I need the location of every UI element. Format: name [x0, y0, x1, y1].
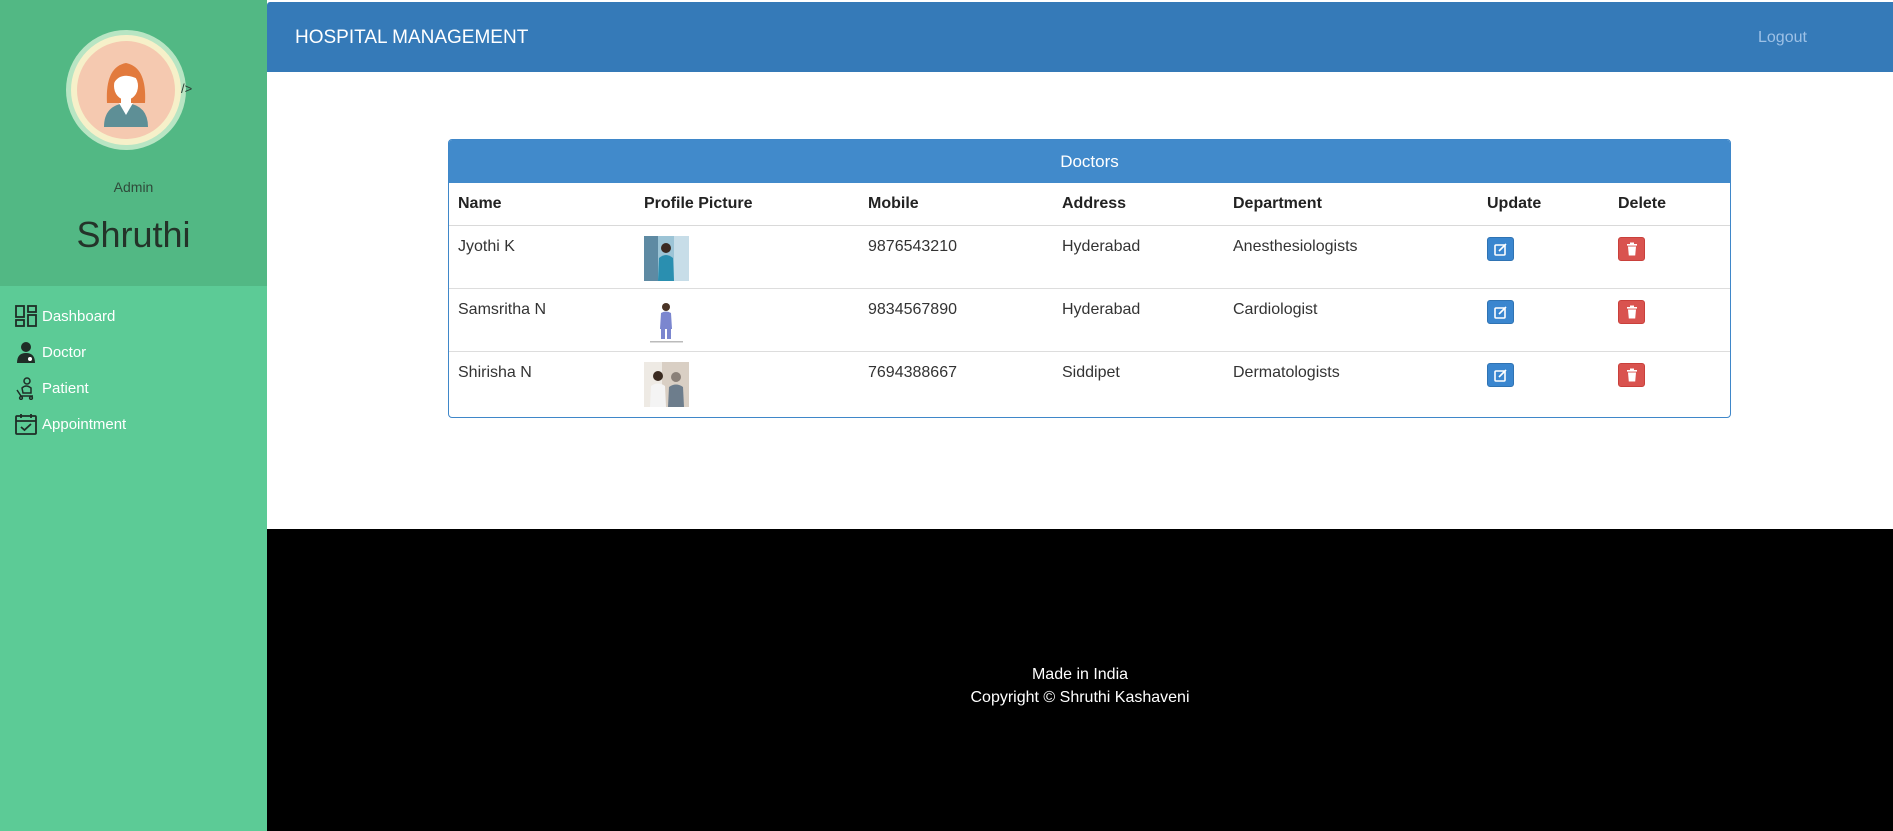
cell-name: Samsritha N	[449, 288, 635, 352]
sidebar-item-label: Doctor	[42, 343, 87, 361]
cell-address: Hyderabad	[1053, 225, 1224, 289]
cell-department: Anesthesiologists	[1224, 225, 1478, 289]
delete-button[interactable]	[1618, 237, 1645, 261]
column-header-name: Name	[449, 183, 635, 226]
update-button[interactable]	[1487, 237, 1514, 261]
cell-mobile: 9834567890	[859, 288, 1053, 352]
footer: Made in India Copyright © Shruthi Kashav…	[267, 529, 1893, 831]
cell-address: Siddipet	[1062, 364, 1120, 381]
profile-picture	[644, 362, 689, 407]
sidebar-item-appointment[interactable]: Appointment	[0, 406, 267, 442]
sidebar-item-label: Dashboard	[42, 307, 116, 325]
sidebar: /> Admin Shruthi Dashboard Doctor Patien…	[0, 0, 267, 831]
cell-name: Shirisha N	[458, 364, 532, 381]
edit-icon	[1494, 306, 1507, 319]
footer-copyright: Copyright © Shruthi Kashaveni	[970, 689, 1190, 706]
calendar-check-icon	[15, 414, 37, 435]
cell-name: Jyothi K	[449, 225, 635, 289]
profile-card: /> Admin Shruthi	[0, 0, 267, 286]
sidebar-item-label: Appointment	[42, 415, 127, 433]
panel-title: Doctors	[449, 140, 1730, 183]
column-header-address: Address	[1053, 183, 1224, 226]
cell-department: Cardiologist	[1224, 288, 1478, 352]
logout-link[interactable]: Logout	[1758, 29, 1807, 47]
sidebar-item-doctor[interactable]: Doctor	[0, 334, 267, 370]
avatar	[66, 30, 186, 150]
column-header-mobile: Mobile	[859, 183, 1053, 226]
edit-icon	[1494, 243, 1507, 256]
trash-icon	[1627, 242, 1637, 256]
cell-department: Dermatologists	[1233, 364, 1340, 381]
patient-icon	[16, 377, 34, 400]
trash-icon	[1627, 305, 1637, 319]
cell-address: Hyderabad	[1053, 288, 1224, 352]
table-row: Jyothi K 9876543210 Hyderabad Anesthesio…	[449, 225, 1730, 289]
doctor-icon	[17, 342, 35, 363]
table-header-row: Name Profile Picture Mobile Address Depa…	[449, 183, 1730, 226]
sidebar-item-label: Patient	[42, 379, 89, 397]
column-header-profile-picture: Profile Picture	[635, 183, 859, 226]
role-label: Admin	[113, 179, 154, 195]
footer-made-in: Made in India	[1031, 666, 1129, 683]
column-header-update: Update	[1478, 183, 1609, 226]
update-button[interactable]	[1487, 300, 1514, 324]
sidebar-item-patient[interactable]: Patient	[0, 370, 267, 406]
app-title[interactable]: HOSPITAL MANAGEMENT	[295, 27, 528, 49]
doctors-table: Name Profile Picture Mobile Address Depa…	[449, 183, 1730, 415]
table-row: Samsritha N 9834567890 Hyderabad Cardiol…	[449, 288, 1730, 352]
sidebar-item-dashboard[interactable]: Dashboard	[0, 298, 267, 334]
sidebar-nav: Dashboard Doctor Patient Appointment	[0, 298, 267, 442]
stray-markup-text: />	[181, 81, 193, 96]
avatar-icon	[77, 41, 175, 139]
profile-picture	[644, 299, 689, 344]
column-header-department: Department	[1224, 183, 1478, 226]
table-row: Shirisha N 7694388667 Siddipet Dermatolo…	[449, 352, 1730, 415]
delete-button[interactable]	[1618, 363, 1645, 387]
edit-icon	[1494, 369, 1507, 382]
dashboard-icon	[15, 305, 37, 327]
top-navbar: HOSPITAL MANAGEMENT Logout	[267, 2, 1893, 72]
column-header-delete: Delete	[1609, 183, 1730, 226]
cell-mobile: 7694388667	[868, 364, 957, 381]
doctors-panel: Doctors Name Profile Picture Mobile Addr…	[448, 139, 1731, 418]
update-button[interactable]	[1487, 363, 1514, 387]
user-name: Shruthi	[76, 214, 191, 255]
delete-button[interactable]	[1618, 300, 1645, 324]
cell-mobile: 9876543210	[859, 225, 1053, 289]
profile-picture	[644, 236, 689, 281]
trash-icon	[1627, 368, 1637, 382]
